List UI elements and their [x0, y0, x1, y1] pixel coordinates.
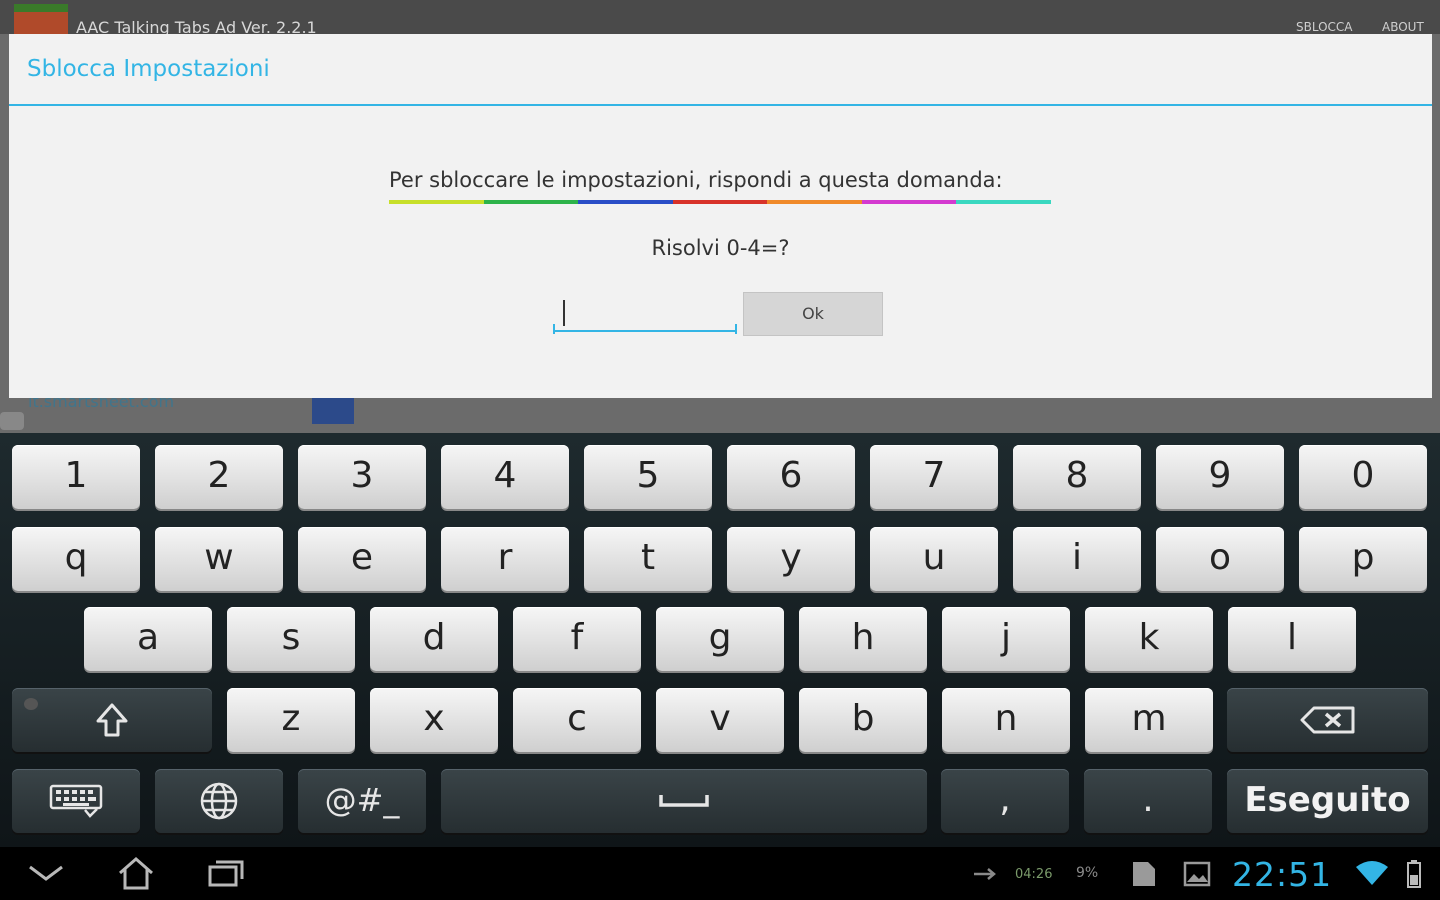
keyboard-settings-key[interactable]: [12, 769, 140, 833]
shift-icon: [95, 688, 129, 750]
globe-icon: [199, 769, 239, 831]
key-t[interactable]: t: [584, 527, 712, 591]
key-1[interactable]: 1: [12, 445, 140, 509]
soft-keyboard: 1234567890 qwertyuiop asdfghjkl zxcvbnm …: [0, 433, 1440, 847]
dialog-title-divider: [9, 104, 1432, 106]
usb-icon: [972, 865, 998, 887]
space-key[interactable]: [441, 769, 927, 833]
ad-arrow-icon: [312, 396, 354, 424]
key-h[interactable]: h: [799, 607, 927, 671]
key-5[interactable]: 5: [584, 445, 712, 509]
key-g[interactable]: g: [656, 607, 784, 671]
system-navigation-bar: 04:26 9% 22:51: [0, 847, 1440, 900]
period-key[interactable]: .: [1084, 769, 1212, 833]
recent-apps-icon[interactable]: [206, 857, 246, 893]
status-clock: 22:51: [1232, 855, 1333, 894]
answer-input-edge-right: [735, 324, 737, 334]
battery-percentage: 9%: [1076, 865, 1099, 881]
key-2[interactable]: 2: [155, 445, 283, 509]
wifi-icon: [1354, 859, 1390, 891]
app-icon: [14, 4, 68, 34]
key-q[interactable]: q: [12, 527, 140, 591]
background-unlock-label: SBLOCCA: [1296, 20, 1353, 34]
rainbow-segment: [672, 200, 768, 204]
back-icon[interactable]: [26, 861, 66, 889]
key-r[interactable]: r: [441, 527, 569, 591]
key-4[interactable]: 4: [441, 445, 569, 509]
key-x[interactable]: x: [370, 688, 498, 752]
dialog-title: Sblocca Impostazioni: [27, 56, 270, 82]
key-u[interactable]: u: [870, 527, 998, 591]
ok-button[interactable]: Ok: [743, 292, 883, 336]
background-about-label: ABOUT: [1382, 20, 1424, 34]
answer-input-edge-left: [553, 324, 555, 334]
key-8[interactable]: 8: [1013, 445, 1141, 509]
rainbow-segment: [389, 200, 484, 204]
key-a[interactable]: a: [84, 607, 212, 671]
key-9[interactable]: 9: [1156, 445, 1284, 509]
done-key[interactable]: Eseguito: [1227, 769, 1428, 833]
key-3[interactable]: 3: [298, 445, 426, 509]
shift-lock-indicator: [24, 698, 38, 710]
key-o[interactable]: o: [1156, 527, 1284, 591]
key-m[interactable]: m: [1085, 688, 1213, 752]
shift-key[interactable]: [12, 688, 212, 752]
key-j[interactable]: j: [942, 607, 1070, 671]
symbols-key[interactable]: @#_: [298, 769, 426, 833]
rainbow-segment: [861, 200, 957, 204]
home-icon[interactable]: [116, 855, 156, 895]
rainbow-segment: [956, 200, 1052, 204]
ad-close-icon: [0, 412, 24, 430]
key-d[interactable]: d: [370, 607, 498, 671]
key-s[interactable]: s: [227, 607, 355, 671]
keyboard-settings-icon: [49, 769, 103, 831]
key-w[interactable]: w: [155, 527, 283, 591]
sd-card-icon: [1130, 859, 1158, 893]
rainbow-segment: [578, 200, 673, 204]
key-z[interactable]: z: [227, 688, 355, 752]
unlock-settings-dialog: Sblocca Impostazioni Per sbloccare le im…: [9, 34, 1432, 398]
battery-icon: [1406, 859, 1422, 893]
key-i[interactable]: i: [1013, 527, 1141, 591]
rainbow-segment: [767, 200, 862, 204]
backspace-icon: [1300, 688, 1356, 750]
math-problem-text: Risolvi 0-4=?: [651, 236, 790, 260]
key-0[interactable]: 0: [1299, 445, 1427, 509]
data-counter: 04:26: [1015, 867, 1053, 882]
key-f[interactable]: f: [513, 607, 641, 671]
key-p[interactable]: p: [1299, 527, 1427, 591]
key-l[interactable]: l: [1228, 607, 1356, 671]
text-cursor: [563, 300, 565, 326]
comma-key[interactable]: ,: [941, 769, 1069, 833]
rainbow-underline: [389, 200, 1052, 204]
space-icon: [658, 769, 710, 831]
key-n[interactable]: n: [942, 688, 1070, 752]
answer-input[interactable]: [554, 294, 736, 332]
key-y[interactable]: y: [727, 527, 855, 591]
key-c[interactable]: c: [513, 688, 641, 752]
key-b[interactable]: b: [799, 688, 927, 752]
key-e[interactable]: e: [298, 527, 426, 591]
backspace-key[interactable]: [1227, 688, 1428, 752]
key-v[interactable]: v: [656, 688, 784, 752]
key-7[interactable]: 7: [870, 445, 998, 509]
key-k[interactable]: k: [1085, 607, 1213, 671]
key-6[interactable]: 6: [727, 445, 855, 509]
language-key[interactable]: [155, 769, 283, 833]
unlock-question-text: Per sbloccare le impostazioni, rispondi …: [389, 168, 1003, 192]
rainbow-segment: [483, 200, 579, 204]
image-icon: [1183, 861, 1211, 891]
background-titlebar: AAC Talking Tabs Ad Ver. 2.2.1 SBLOCCA A…: [0, 0, 1440, 37]
